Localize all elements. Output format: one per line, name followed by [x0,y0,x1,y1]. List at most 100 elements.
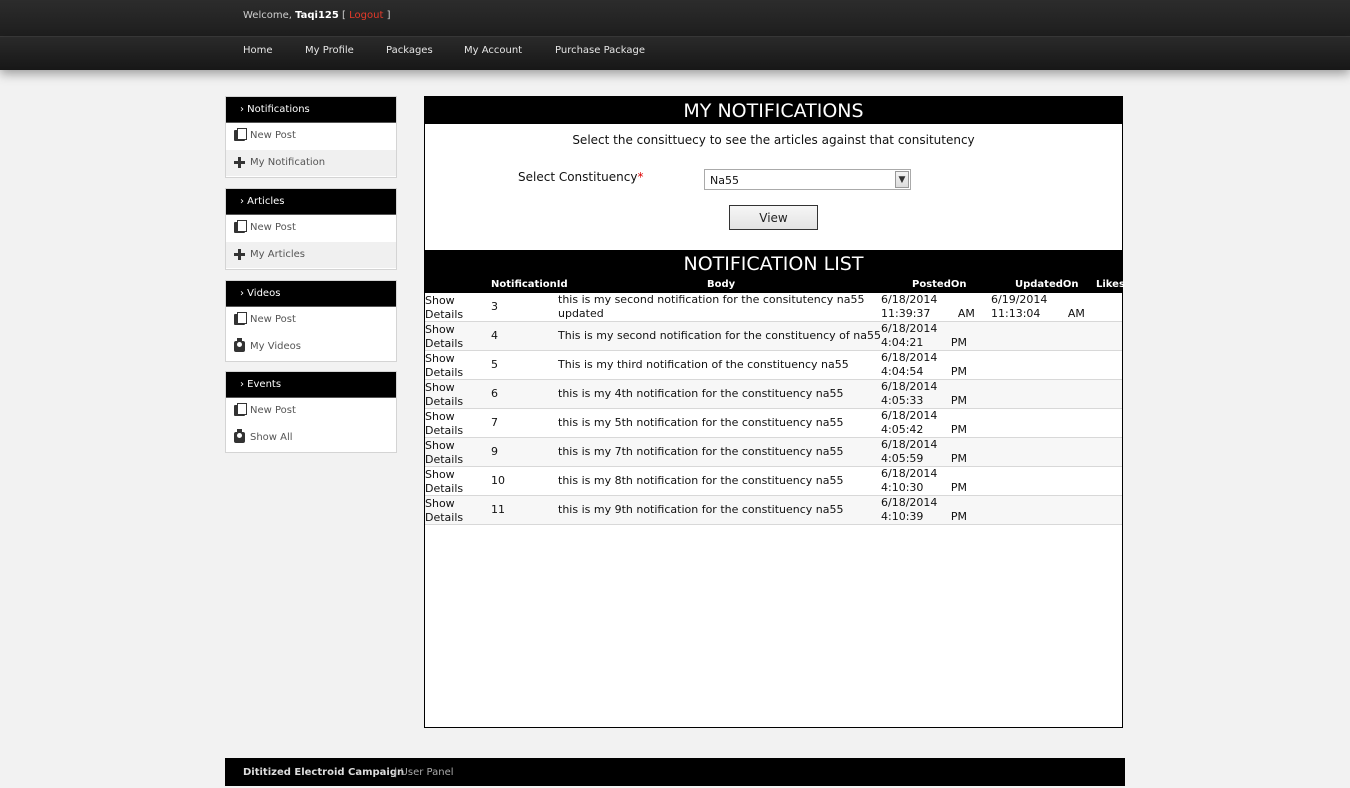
notification-id: 5 [491,358,498,371]
plus-icon [234,249,245,260]
notification-id: 11 [491,503,505,516]
nav-my-profile[interactable]: My Profile [305,45,354,56]
col-header-updated: UpdatedOn [1015,279,1079,290]
sidebar-item-my-articles[interactable]: My Articles [226,242,396,269]
notification-body: This is my second notification for the c… [558,329,881,342]
nav-my-account[interactable]: My Account [464,45,522,56]
notification-list-title: NOTIFICATION LIST [425,250,1122,277]
sidebar-item-label: New Post [250,405,296,416]
sidebar-item-label: My Videos [250,341,301,352]
table-row: Show Details 5 This is my third notificati… [425,351,1122,380]
notification-body: this is my 7th notification for the cons… [558,445,844,458]
constituency-select[interactable]: Na55 ▼ [704,169,911,190]
notification-body: this is my 4th notification for the cons… [558,387,844,400]
notification-id: 9 [491,445,498,458]
sidebar-item-new-post[interactable]: New Post [226,307,396,334]
logout-link[interactable]: Logout [349,10,383,21]
show-details-link[interactable]: Show Details [425,497,475,525]
posted-on: 6/18/2014 4:10:39 PM [881,496,968,523]
view-button[interactable]: View [729,205,818,230]
sidebar-item-new-post[interactable]: New Post [226,398,396,425]
table-row: Show Details 4 This is my second notificat… [425,322,1122,351]
bracket-open: [ [342,10,346,21]
sidebar-item-my-notification[interactable]: My Notification [226,150,396,177]
posted-on: 6/18/2014 4:05:59 PM [881,438,968,465]
constituency-label: Select Constituency* [518,170,643,184]
footer: Dititized Electroid Campaign | User Pane… [225,758,1125,786]
panel-title[interactable]: › Notifications [226,97,396,123]
notification-body: this is my 5th notification for the cons… [558,416,844,429]
notification-id: 6 [491,387,498,400]
nav-purchase-package[interactable]: Purchase Package [555,45,645,56]
document-icon [234,220,247,233]
sidebar-panel-notifications: › Notifications New Post My Notification [225,96,397,178]
notification-body: this is my second notification for the c… [558,293,865,320]
panel-title[interactable]: › Videos [226,281,396,307]
sidebar-panel-events: › Events New Post Show All [225,371,397,453]
table-body: Show Details 3 this is my second notificat… [425,293,1122,525]
notifications-panel: MY NOTIFICATIONS Select the consittuecy … [424,96,1125,728]
required-mark: * [637,170,644,184]
sidebar-item-label: My Notification [250,157,326,168]
show-details-link[interactable]: Show Details [425,439,475,467]
document-icon [234,403,247,416]
table-row: Show Details 3 this is my second notificat… [425,293,1122,322]
document-icon [234,312,247,325]
col-header-id: NotificationId [491,279,568,290]
posted-on: 6/18/2014 4:10:30 PM [881,467,968,494]
panel-title[interactable]: › Articles [226,189,396,215]
table-row: Show Details 7 this is my 5th notification… [425,409,1122,438]
show-details-link[interactable]: Show Details [425,323,475,351]
welcome-prefix: Welcome, [243,10,292,21]
sidebar-item-my-videos[interactable]: My Videos [226,334,396,361]
username: Taqi125 [295,10,339,21]
nav-packages[interactable]: Packages [386,45,433,56]
notification-body: This is my third notification of the con… [558,358,849,371]
posted-on: 6/18/2014 4:05:33 PM [881,380,968,407]
table-row: Show Details 11 this is my 9th notificatio… [425,496,1122,525]
show-details-link[interactable]: Show Details [425,352,475,380]
camera-icon [234,338,245,352]
show-details-link[interactable]: Show Details [425,294,475,322]
sidebar-item-show-all[interactable]: Show All [226,425,396,452]
table-row: Show Details 9 this is my 7th notification… [425,438,1122,467]
show-details-link[interactable]: Show Details [425,381,475,409]
notification-id: 3 [491,300,498,313]
table-row: Show Details 10 this is my 8th notificatio… [425,467,1122,496]
bracket-close: ] [386,10,391,21]
posted-on: 6/18/2014 11:39:37 AM [881,293,975,320]
show-details-link[interactable]: Show Details [425,410,475,438]
top-bar: Welcome, Taqi125 [ Logout ] [0,0,1350,37]
sidebar-item-label: New Post [250,130,296,141]
sidebar-panel-articles: › Articles New Post My Articles [225,188,397,270]
table-row: Show Details 6 this is my 4th notification… [425,380,1122,409]
notification-id: 4 [491,329,498,342]
document-icon [234,128,247,141]
sidebar-item-label: Show All [250,432,293,443]
posted-on: 6/18/2014 4:04:21 PM [881,322,968,349]
footer-brand: Dititized Electroid Campaign [243,767,405,778]
sidebar-item-new-post[interactable]: New Post [226,123,396,150]
notification-id: 7 [491,416,498,429]
updated-on: 6/19/2014 11:13:04 AM [991,293,1085,320]
show-details-link[interactable]: Show Details [425,468,475,496]
notification-id: 10 [491,474,505,487]
sidebar-panel-videos: › Videos New Post My Videos [225,280,397,362]
table-header: NotificationId Body PostedOn UpdatedOn L… [425,277,1125,293]
panel-title[interactable]: › Events [226,372,396,398]
chevron-down-icon[interactable]: ▼ [895,171,909,188]
sidebar-item-new-post[interactable]: New Post [226,215,396,242]
notification-table: NotificationId Body PostedOn UpdatedOn L… [425,277,1125,525]
col-header-posted: PostedOn [912,279,967,290]
footer-subtitle: | User Panel [394,767,454,778]
camera-icon [234,429,245,443]
posted-on: 6/18/2014 4:04:54 PM [881,351,968,378]
notification-body: this is my 9th notification for the cons… [558,503,844,516]
instruction-text: Select the consittuecy to see the articl… [572,133,975,147]
page-title: MY NOTIFICATIONS [425,97,1122,124]
constituency-label-text: Select Constituency [518,170,638,184]
notification-body: this is my 8th notification for the cons… [558,474,844,487]
plus-icon [234,157,245,168]
nav-home[interactable]: Home [243,45,273,56]
posted-on: 6/18/2014 4:05:42 PM [881,409,968,436]
